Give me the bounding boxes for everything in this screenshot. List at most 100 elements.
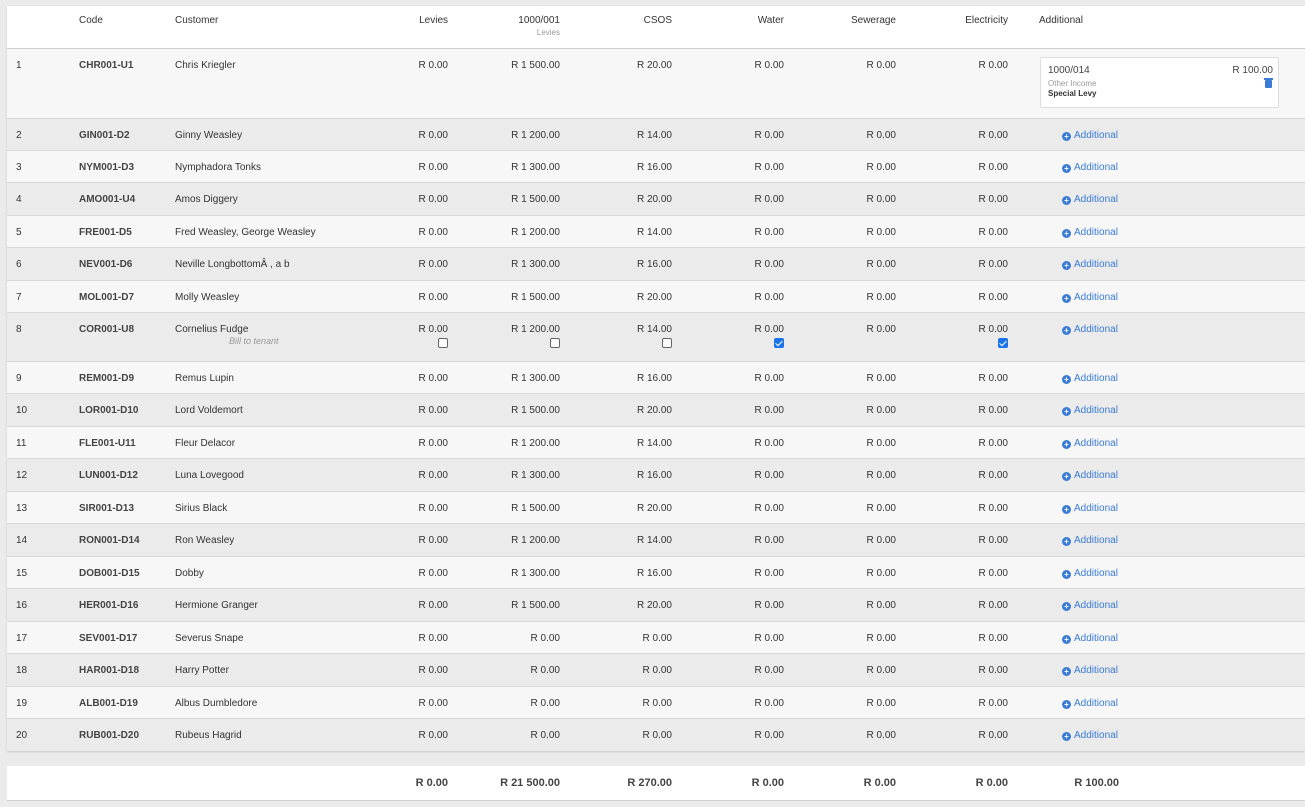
additional-category: Other Income: [1048, 79, 1097, 88]
add-additional-label: Additional: [1074, 162, 1118, 173]
customer-name: Rubeus Hagrid: [175, 730, 242, 741]
amount-sewerage: R 0.00: [866, 698, 896, 709]
amount-water: R 0.00: [754, 633, 784, 644]
header-sewerage: Sewerage: [850, 15, 896, 26]
add-additional-link[interactable]: + Additional: [1062, 193, 1118, 207]
add-additional-link[interactable]: + Additional: [1062, 291, 1118, 305]
add-additional-link[interactable]: + Additional: [1062, 226, 1118, 240]
amount-acc1000: R 1 500.00: [511, 405, 560, 416]
add-additional-link[interactable]: + Additional: [1062, 567, 1118, 581]
amount-sewerage: R 0.00: [866, 130, 896, 141]
add-additional-link[interactable]: + Additional: [1062, 534, 1118, 548]
add-additional-link[interactable]: + Additional: [1062, 129, 1118, 143]
customer-code: CHR001-U1: [79, 60, 134, 71]
amount-csos: R 14.00: [636, 130, 672, 141]
customer-code: NEV001-D6: [79, 259, 133, 270]
add-additional-link[interactable]: + Additional: [1062, 502, 1118, 516]
customer-name: Lord Voldemort: [175, 405, 243, 416]
header-code: Code: [79, 15, 103, 26]
add-additional-link[interactable]: + Additional: [1062, 729, 1118, 743]
customer-code: GIN001-D2: [79, 130, 130, 141]
customer-name: Ron Weasley: [175, 535, 235, 546]
amount-acc1000: R 1 500.00: [511, 60, 560, 71]
table-header: Code Customer Levies 1000/001 Levies CSO…: [7, 6, 1305, 49]
amount-electricity: R 0.00: [978, 259, 1008, 270]
amount-csos: R 16.00: [636, 470, 672, 481]
customer-code: FLE001-U11: [79, 438, 136, 449]
table-row: 9 REM001-D9 Remus Lupin R 0.00 R 1 300.00 R 1…: [7, 362, 1305, 394]
add-additional-link[interactable]: + Additional: [1062, 372, 1118, 386]
amount-levies: R 0.00: [418, 633, 448, 644]
amount-sewerage: R 0.00: [866, 730, 896, 741]
customer-name: Albus Dumbledore: [175, 698, 258, 709]
amount-csos: R 16.00: [636, 373, 672, 384]
add-additional-link[interactable]: + Additional: [1062, 404, 1118, 418]
amount-csos: R 20.00: [636, 503, 672, 514]
add-additional-label: Additional: [1074, 194, 1118, 205]
add-additional-link[interactable]: + Additional: [1062, 664, 1118, 678]
amount-electricity: R 0.00: [978, 162, 1008, 173]
add-additional-link[interactable]: + Additional: [1062, 599, 1118, 613]
amount-csos: R 20.00: [636, 194, 672, 205]
table-row: 19 ALB001-D19 Albus Dumbledore R 0.00 R 0.00…: [7, 687, 1305, 719]
customer-name: Ginny Weasley: [175, 130, 243, 141]
add-additional-link[interactable]: + Additional: [1062, 697, 1118, 711]
amount-water: R 0.00: [754, 292, 784, 303]
add-additional-label: Additional: [1074, 438, 1118, 449]
row-number: 8: [16, 324, 22, 335]
plus-circle-icon: +: [1062, 293, 1071, 303]
bill-to-tenant-checkbox-levies[interactable]: [438, 338, 448, 348]
customer-name: Severus Snape: [175, 633, 244, 644]
amount-electricity: R 0.00: [978, 633, 1008, 644]
amount-water: R 0.00: [754, 730, 784, 741]
customer-name: Harry Potter: [175, 665, 229, 676]
amount-acc1000: R 0.00: [530, 698, 560, 709]
amount-sewerage: R 0.00: [866, 405, 896, 416]
amount-acc1000: R 1 200.00: [511, 130, 560, 141]
amount-levies: R 0.00: [418, 503, 448, 514]
amount-levies: R 0.00: [418, 324, 448, 335]
add-additional-link[interactable]: + Additional: [1062, 437, 1118, 451]
table-row: 18 HAR001-D18 Harry Potter R 0.00 R 0.00 R 0.…: [7, 654, 1305, 687]
amount-csos: R 0.00: [642, 633, 672, 644]
amount-electricity: R 0.00: [978, 194, 1008, 205]
total-additional: R 100.00: [1074, 777, 1119, 789]
bill-to-tenant-checkbox-electricity[interactable]: [998, 338, 1008, 348]
trash-icon[interactable]: [1264, 78, 1273, 88]
table-row: 17 SEV001-D17 Severus Snape R 0.00 R 0.00 R 0…: [7, 622, 1305, 654]
customer-name: Sirius Black: [175, 503, 228, 514]
add-additional-link[interactable]: + Additional: [1062, 323, 1118, 337]
table-row: 11 FLE001-U11 Fleur Delacor R 0.00 R 1 200.0…: [7, 427, 1305, 459]
amount-electricity: R 0.00: [978, 60, 1008, 71]
amount-sewerage: R 0.00: [866, 568, 896, 579]
amount-levies: R 0.00: [418, 292, 448, 303]
bill-to-tenant-checkbox-acc1000[interactable]: [550, 338, 560, 348]
amount-csos: R 0.00: [642, 730, 672, 741]
amount-sewerage: R 0.00: [866, 194, 896, 205]
bill-to-tenant-checkbox-water[interactable]: [774, 338, 784, 348]
table-row: 6 NEV001-D6 Neville LongbottomÂ , a b R 0.0…: [7, 248, 1305, 281]
row-number: 10: [16, 405, 28, 416]
customer-code: HAR001-D18: [79, 665, 140, 676]
add-additional-label: Additional: [1074, 470, 1118, 481]
add-additional-link[interactable]: + Additional: [1062, 258, 1118, 272]
amount-levies: R 0.00: [418, 259, 448, 270]
add-additional-label: Additional: [1074, 405, 1118, 416]
bill-to-tenant-checkbox-csos[interactable]: [662, 338, 672, 348]
customer-code: NYM001-D3: [79, 162, 135, 173]
customer-code: SIR001-D13: [79, 503, 135, 514]
amount-levies: R 0.00: [418, 730, 448, 741]
row-number: 15: [16, 568, 28, 579]
add-additional-link[interactable]: + Additional: [1062, 469, 1118, 483]
add-additional-link[interactable]: + Additional: [1062, 632, 1118, 646]
plus-circle-icon: +: [1062, 374, 1071, 384]
plus-circle-icon: +: [1062, 634, 1071, 644]
header-water: Water: [757, 15, 784, 26]
plus-circle-icon: +: [1062, 504, 1071, 514]
amount-acc1000: R 0.00: [530, 730, 560, 741]
amount-water: R 0.00: [754, 373, 784, 384]
add-additional-link[interactable]: + Additional: [1062, 161, 1118, 175]
customer-code: LOR001-D10: [79, 405, 139, 416]
add-additional-label: Additional: [1074, 130, 1118, 141]
amount-acc1000: R 1 500.00: [511, 503, 560, 514]
